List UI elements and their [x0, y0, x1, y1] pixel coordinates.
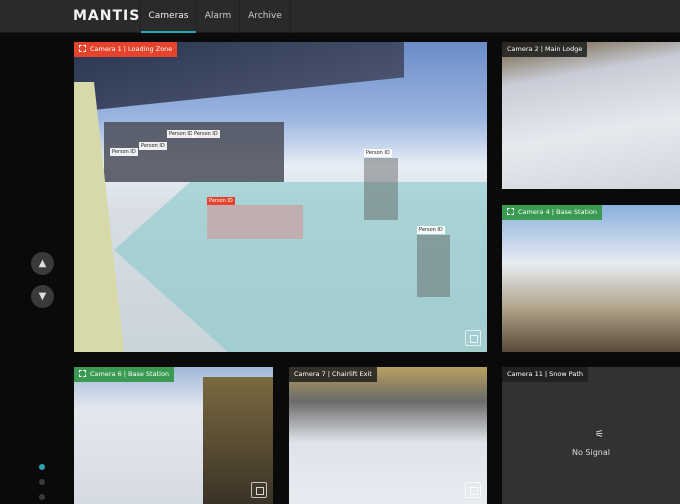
page-dot[interactable]	[39, 494, 45, 500]
tab-archive[interactable]: Archive	[240, 0, 290, 33]
tab-alarm[interactable]: Alarm	[197, 0, 239, 33]
camera-4-feed[interactable]: Camera 4 | Base Station	[502, 205, 680, 352]
page-dot-active[interactable]	[39, 464, 45, 470]
camera-1-feed[interactable]: Person ID Person ID Person ID Person ID …	[74, 42, 487, 352]
detection-label: Person ID	[417, 226, 445, 234]
detection-label: Person ID	[167, 130, 195, 138]
no-signal-text: No Signal	[572, 448, 610, 457]
camera-name: Camera 1 | Loading Zone	[90, 45, 173, 53]
no-signal-icon: ⚟	[595, 429, 604, 440]
camera-1-label: Camera 1 | Loading Zone	[74, 42, 178, 57]
camera-name: Camera 4 | Base Station	[518, 208, 598, 216]
detection-icon	[79, 45, 86, 52]
logo: MANTIS	[73, 8, 141, 24]
detection-label: Person ID	[364, 149, 392, 157]
detection-label: Person ID	[192, 130, 220, 138]
camera-7-feed[interactable]: Camera 7 | Chairlift Exit	[289, 367, 487, 504]
camera-4-label: Camera 4 | Base Station	[502, 205, 603, 220]
top-nav-bar: MANTIS Cameras Alarm Archive	[0, 0, 680, 33]
detection-box[interactable]	[364, 158, 398, 220]
scroll-down-button[interactable]: ▼	[31, 285, 54, 308]
camera-11-label: Camera 11 | Snow Path	[502, 367, 589, 382]
page-dot[interactable]	[39, 479, 45, 485]
camera-6-label: Camera 6 | Base Station	[74, 367, 175, 382]
fullscreen-icon[interactable]	[465, 482, 481, 498]
divider	[290, 0, 291, 33]
camera-2-feed[interactable]: Camera 2 | Main Lodge	[502, 42, 680, 189]
tab-cameras[interactable]: Cameras	[141, 0, 196, 33]
camera-11-feed[interactable]: Camera 11 | Snow Path ⚟ No Signal	[502, 367, 680, 504]
detection-label: Person ID	[207, 197, 235, 205]
detection-icon	[79, 370, 86, 377]
fullscreen-icon[interactable]	[251, 482, 267, 498]
scroll-up-button[interactable]: ▲	[31, 252, 54, 275]
camera-6-feed[interactable]: Camera 6 | Base Station	[74, 367, 273, 504]
camera-7-label: Camera 7 | Chairlift Exit	[289, 367, 377, 382]
detection-box-alert[interactable]	[207, 205, 303, 239]
detection-label: Person ID	[139, 142, 167, 150]
detection-label: Person ID	[110, 148, 138, 156]
detection-box[interactable]	[417, 235, 450, 297]
camera-name: Camera 6 | Base Station	[90, 370, 170, 378]
detection-icon	[507, 208, 514, 215]
fullscreen-icon[interactable]	[465, 330, 481, 346]
camera-2-label: Camera 2 | Main Lodge	[502, 42, 588, 57]
